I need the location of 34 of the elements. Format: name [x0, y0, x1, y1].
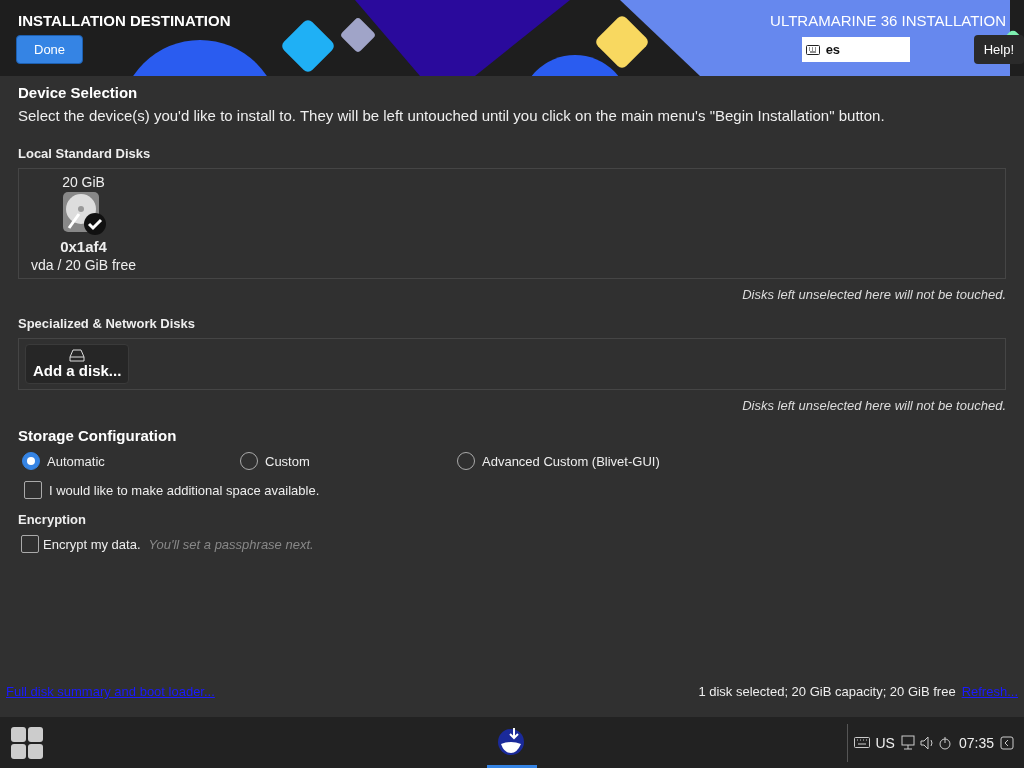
disk-name: 0x1af4 — [60, 238, 107, 255]
radio-option[interactable]: Automatic — [22, 452, 240, 470]
keyboard-icon[interactable] — [853, 737, 870, 748]
note-text: Disks left unselected here will not be touched. — [741, 287, 1006, 302]
section-heading: Encryption — [18, 512, 87, 527]
hard-disk-icon[interactable] — [60, 192, 107, 236]
page-title: INSTALLATION DESTINATION — [18, 12, 231, 29]
hint-text: You'll set a passphrase next. — [148, 536, 314, 552]
radio-option[interactable]: Advanced Custom (Blivet-GUI) — [457, 452, 1006, 470]
drive-icon — [69, 349, 86, 362]
section-heading: Specialized & Network Disks — [18, 316, 196, 331]
section-heading: Storage Configuration — [18, 427, 178, 444]
description-text: Select the device(s) you'd like to install to. They will be left untouched until you click on the main menu's "Begin Installation" button. — [18, 107, 886, 124]
additional-space-checkbox[interactable]: I would like to make additional space available. — [24, 481, 1006, 499]
section-heading: Device Selection — [18, 84, 139, 101]
keyboard-layout-field[interactable]: es — [801, 37, 910, 62]
disk-details: vda / 20 GiB free — [31, 257, 137, 273]
disk-size: 20 GiB — [62, 174, 105, 190]
system-status-icons[interactable] — [900, 734, 953, 751]
help-button[interactable]: Help! — [973, 35, 1024, 64]
keyboard-icon — [805, 44, 820, 55]
clock[interactable]: 07:35 — [958, 734, 994, 751]
note-text: Disks left unselected here will not be touched. — [741, 398, 1006, 413]
installer-icon — [497, 726, 527, 756]
add-disk-button[interactable]: Add a disk... — [25, 344, 130, 384]
keyboard-layout[interactable]: US — [875, 734, 895, 751]
encrypt-checkbox[interactable]: Encrypt my data. — [21, 535, 141, 553]
product-title: ULTRAMARINE 36 INSTALLATION — [770, 12, 1007, 29]
app-grid-icon[interactable] — [10, 725, 44, 760]
chevron-left-icon[interactable] — [1000, 735, 1014, 750]
selection-summary: 1 disk selected; 20 GiB capacity; 20 GiB free — [698, 684, 956, 699]
done-button[interactable]: Done — [16, 35, 84, 64]
radio-option[interactable]: Custom — [240, 452, 457, 470]
section-heading: Local Standard Disks — [18, 146, 152, 161]
